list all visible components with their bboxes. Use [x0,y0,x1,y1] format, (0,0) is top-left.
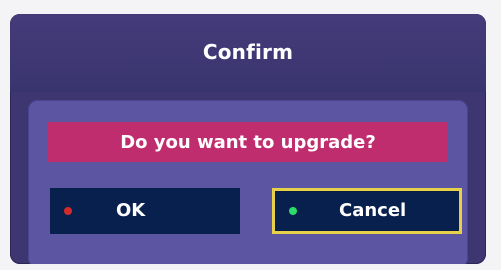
red-key-icon [64,207,72,215]
dialog-message: Do you want to upgrade? [48,122,448,162]
ok-button[interactable]: OK [50,188,240,234]
cancel-button-label: Cancel [339,200,407,221]
dialog-panel: Do you want to upgrade? OK Cancel [28,100,468,264]
dialog-title: Confirm [202,40,294,64]
confirm-dialog: Confirm Do you want to upgrade? OK Cance… [10,14,486,264]
green-key-icon [289,207,297,215]
cancel-button[interactable]: Cancel [272,188,462,234]
dialog-titlebar: Confirm [10,14,486,92]
ok-button-label: OK [116,200,146,221]
